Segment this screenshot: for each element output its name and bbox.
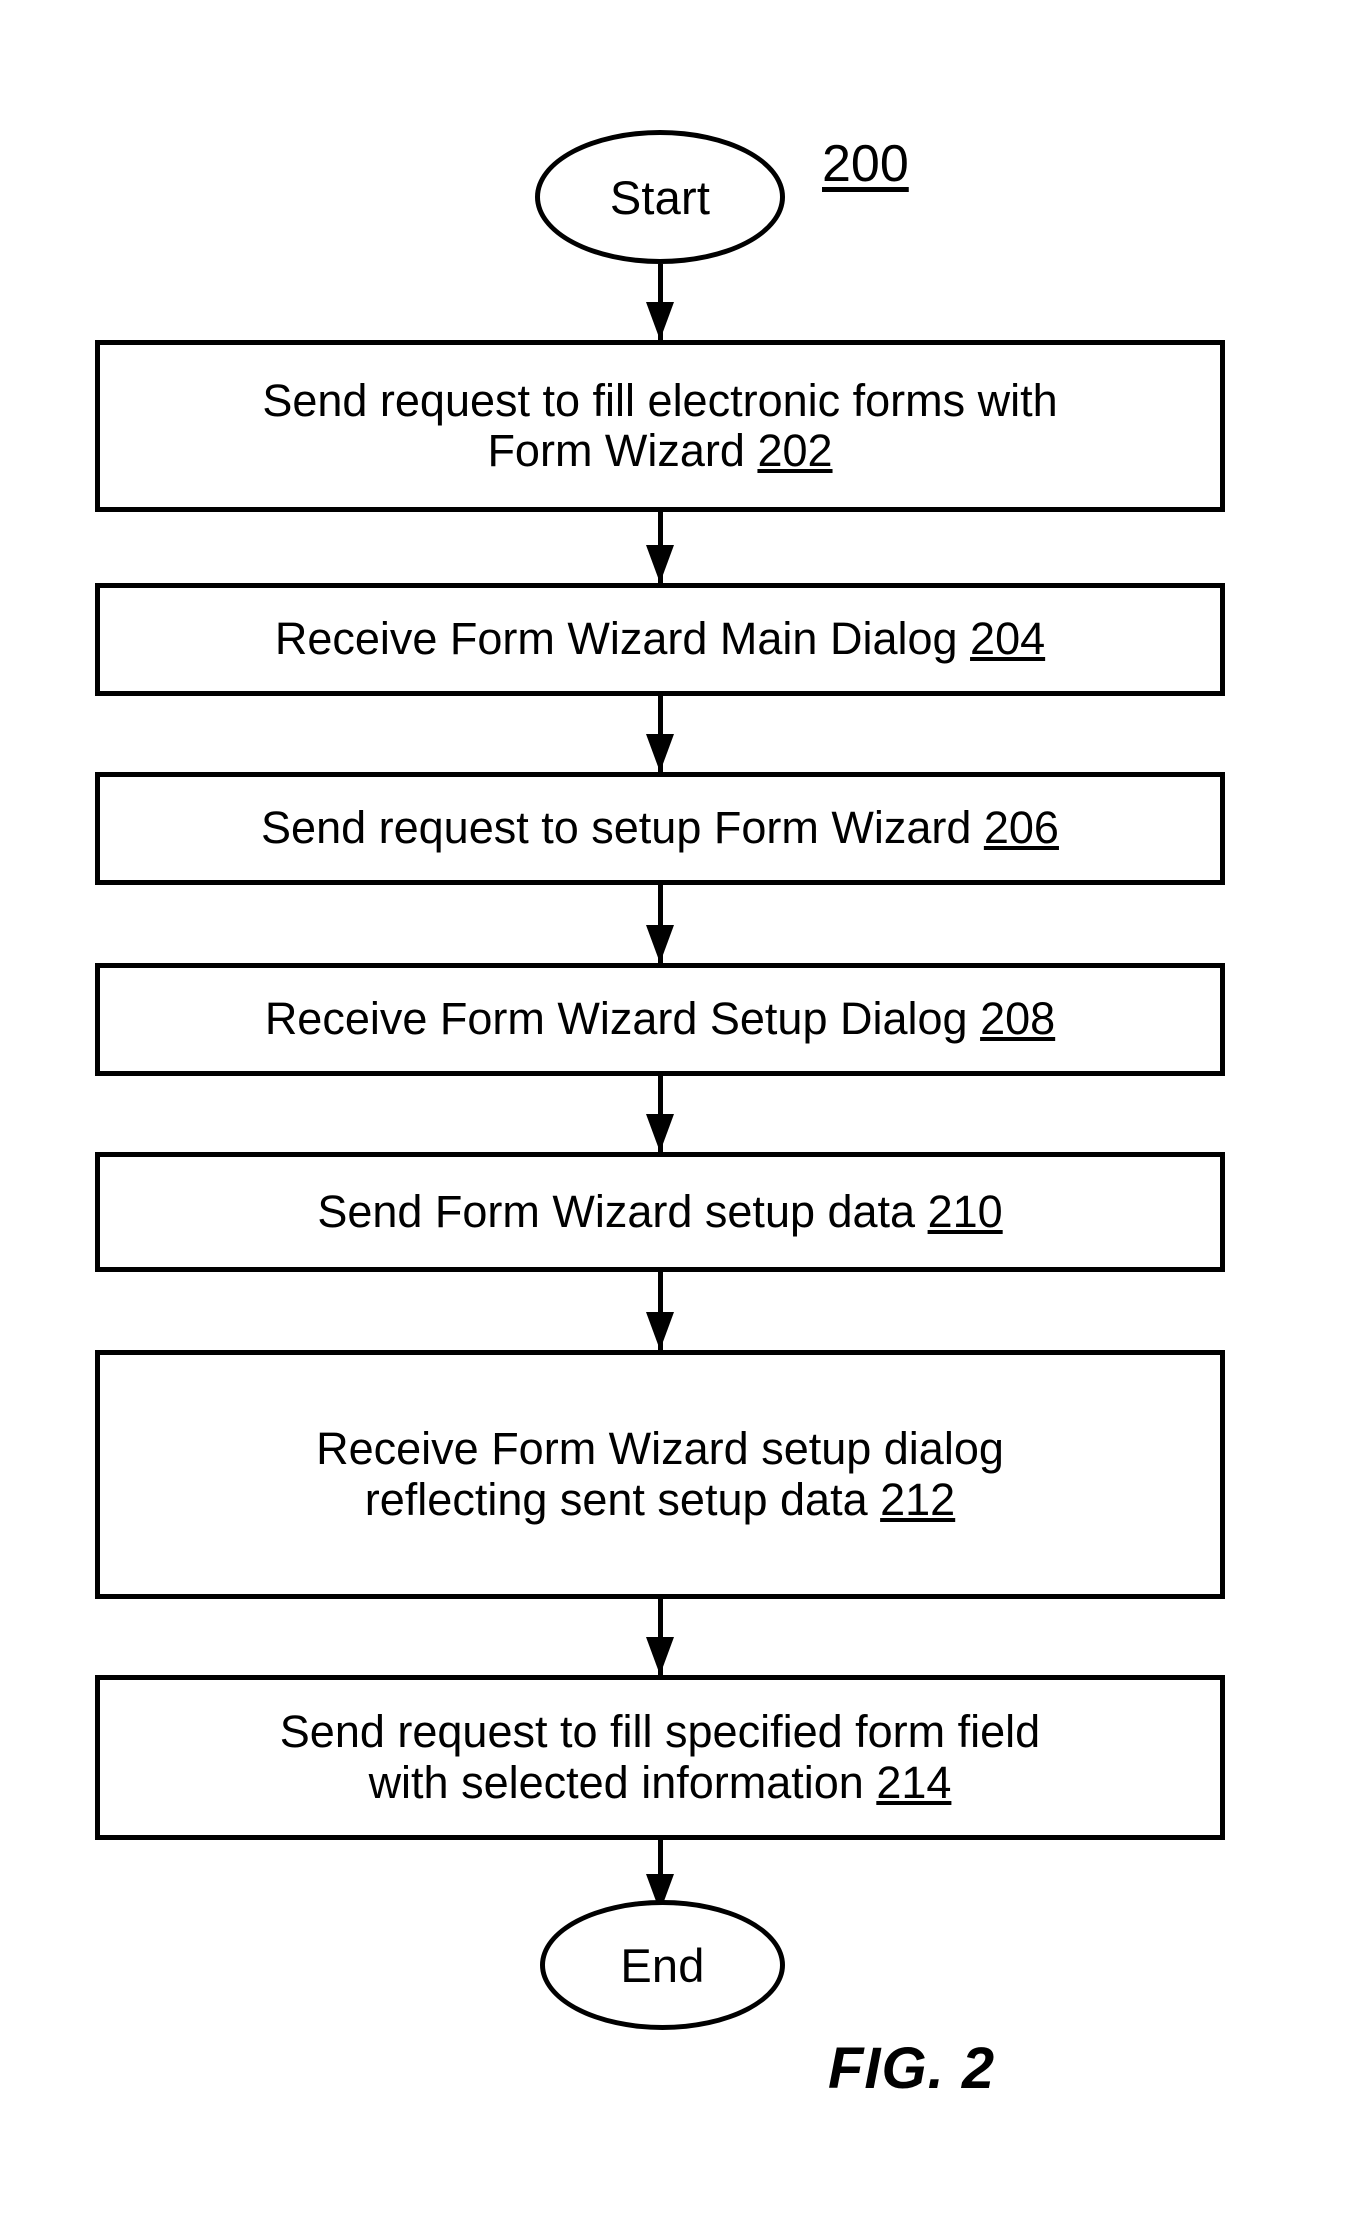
arrowhead-icon	[646, 1114, 674, 1152]
figure-caption: FIG. 2	[828, 2036, 996, 2101]
step-210-text: Send Form Wizard setup data 210	[301, 1185, 1018, 1237]
start-node-label: Start	[609, 170, 711, 224]
step-212-line1: Receive Form Wizard setup dialog	[316, 1423, 1004, 1475]
figure-page: 200 Start Send request to fill electroni…	[0, 0, 1355, 2238]
step-214-line1: Send request to fill specified form fiel…	[279, 1706, 1041, 1758]
step-204-ref: 204	[970, 613, 1046, 665]
step-208-line1: Receive Form Wizard Setup Dialog	[264, 993, 981, 1045]
step-212-text: Receive Form Wizard setup dialog reflect…	[300, 1423, 1020, 1525]
flowchart-node-step-214: Send request to fill specified form fiel…	[95, 1675, 1225, 1840]
step-214-text: Send request to fill specified form fiel…	[264, 1706, 1056, 1808]
step-212-ref: 212	[880, 1473, 956, 1525]
step-208-ref: 208	[980, 993, 1056, 1045]
diagram-number-callout: 200	[822, 135, 909, 193]
end-node-label: End	[620, 1938, 705, 1992]
flowchart-node-step-202: Send request to fill electronic forms wi…	[95, 340, 1225, 512]
step-212-line2: reflecting sent setup data	[364, 1473, 881, 1525]
arrowhead-icon	[646, 1312, 674, 1350]
step-210-ref: 210	[927, 1185, 1003, 1237]
flowchart-node-step-204: Receive Form Wizard Main Dialog 204	[95, 583, 1225, 696]
step-202-ref: 202	[757, 425, 833, 476]
flowchart-node-end: End	[540, 1900, 785, 2030]
arrowhead-icon	[646, 925, 674, 963]
flowchart-node-step-206: Send request to setup Form Wizard 206	[95, 772, 1225, 885]
step-202-line1: Send request to fill electronic forms wi…	[262, 374, 1058, 426]
flowchart-node-step-208: Receive Form Wizard Setup Dialog 208	[95, 963, 1225, 1076]
step-214-ref: 214	[876, 1756, 952, 1808]
flowchart-node-start: Start	[535, 130, 785, 264]
step-204-text: Receive Form Wizard Main Dialog 204	[259, 614, 1061, 664]
step-204-line1: Receive Form Wizard Main Dialog	[274, 613, 971, 665]
step-206-ref: 206	[983, 802, 1059, 854]
step-206-line1: Send request to setup Form Wizard	[261, 802, 984, 854]
arrowhead-icon	[646, 1637, 674, 1675]
step-202-text: Send request to fill electronic forms wi…	[246, 374, 1073, 477]
flowchart-node-step-212: Receive Form Wizard setup dialog reflect…	[95, 1350, 1225, 1599]
arrowhead-icon	[646, 734, 674, 772]
step-214-line2: with selected information	[368, 1756, 877, 1808]
step-202-line2: Form Wizard	[487, 425, 758, 476]
flowchart-node-step-210: Send Form Wizard setup data 210	[95, 1152, 1225, 1272]
arrowhead-icon	[646, 302, 674, 340]
arrowhead-icon	[646, 545, 674, 583]
step-210-line1: Send Form Wizard setup data	[317, 1185, 928, 1237]
step-208-text: Receive Form Wizard Setup Dialog 208	[249, 994, 1071, 1044]
step-206-text: Send request to setup Form Wizard 206	[245, 803, 1075, 853]
